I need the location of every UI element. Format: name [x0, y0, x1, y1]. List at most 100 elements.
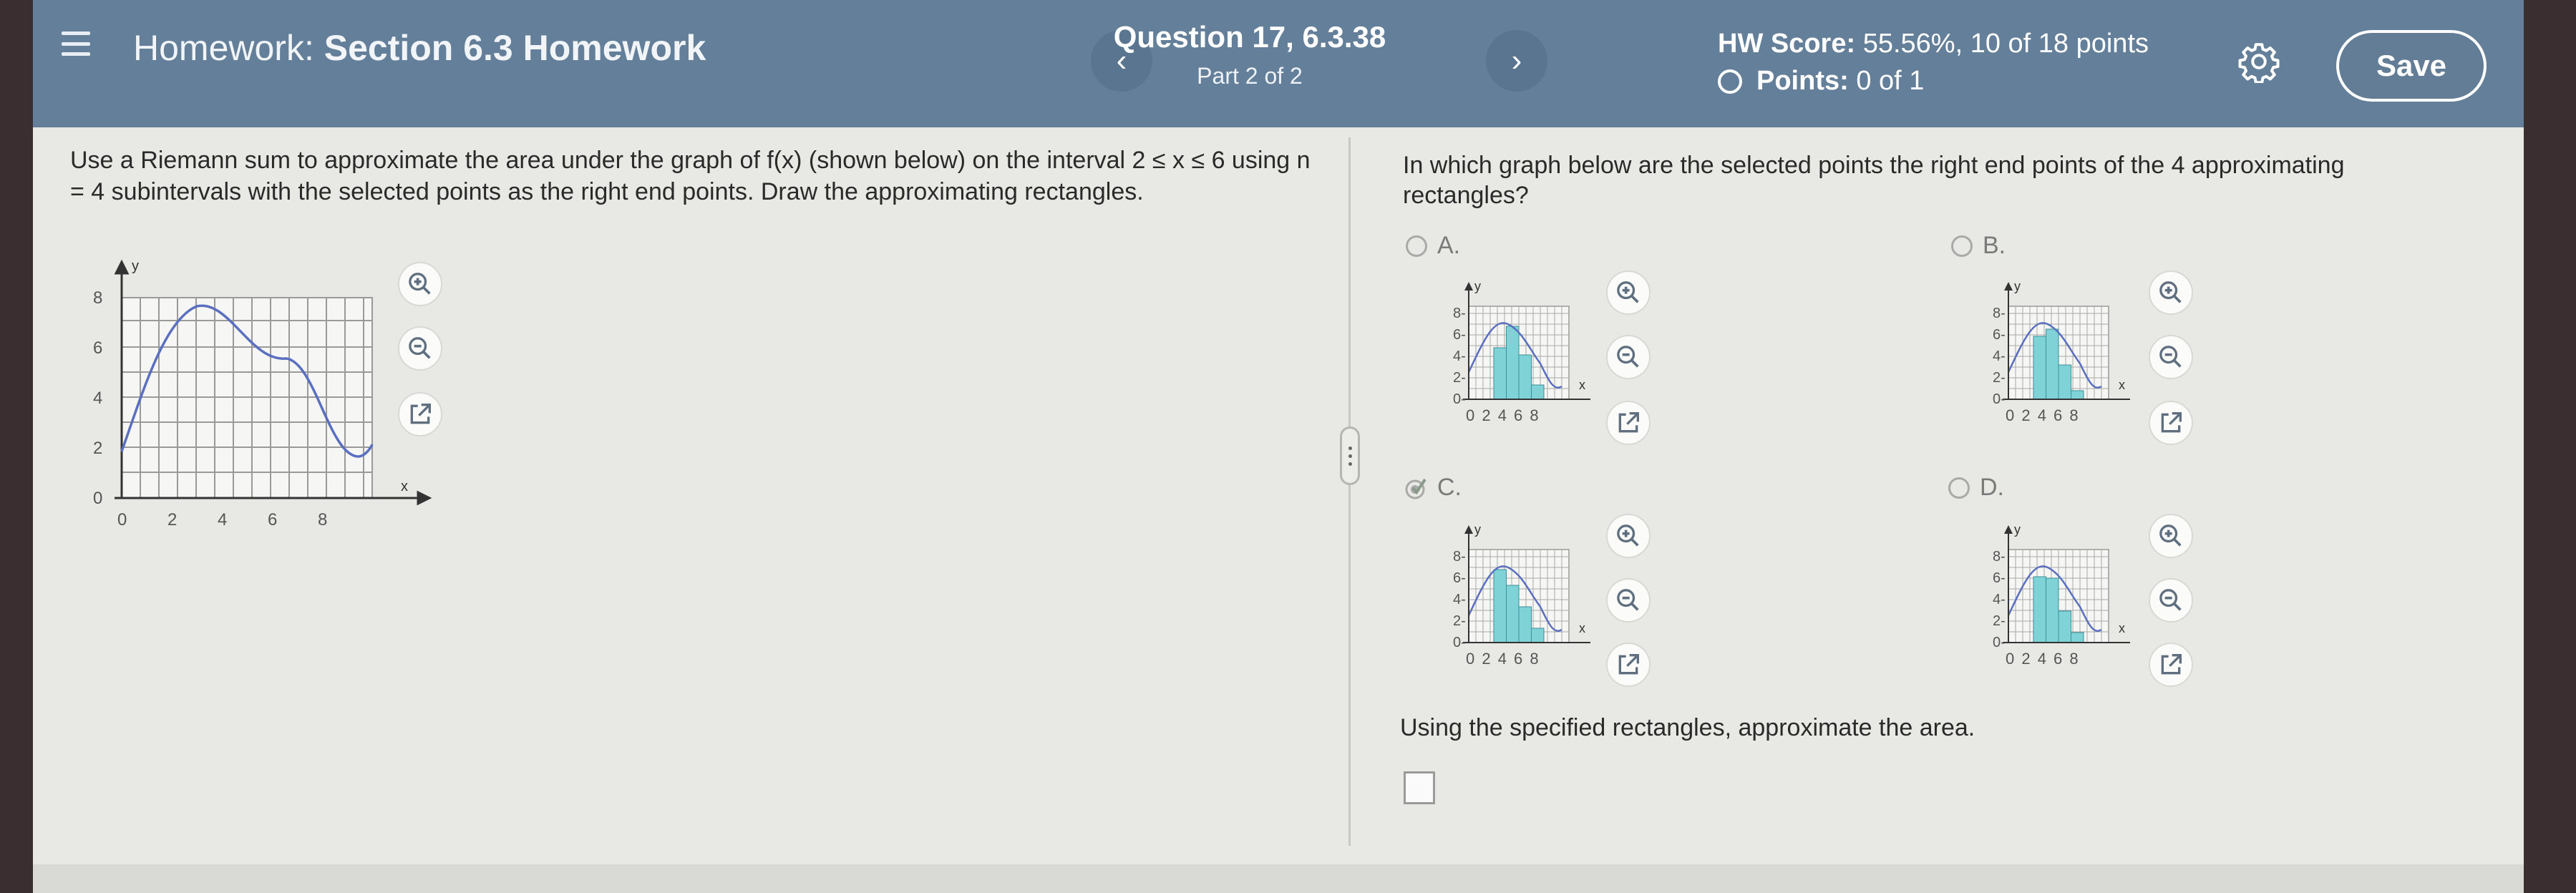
screen: Homework: Section 6.3 Homework ‹ Questio… — [33, 0, 2524, 893]
chevron-right-icon: › — [1511, 43, 1522, 78]
option-c-label: C. — [1437, 474, 1462, 501]
mini-y-tick: 8- — [1993, 549, 2006, 565]
option-c-open-button[interactable] — [1606, 643, 1651, 687]
question-text: In which graph below are the selected po… — [1403, 152, 2345, 209]
option-b-graph: y x 8- 6- 4- 2- 0-0 2 4 6 8 — [1993, 279, 2130, 424]
homework-name: Section 6.3 Homework — [324, 28, 706, 68]
option-c-graph: y x 8- 6- 4- 2- 0-0 2 4 6 8 — [1453, 522, 1590, 668]
zoom-out-icon — [1617, 346, 1639, 368]
zoom-out-icon — [1617, 589, 1639, 611]
menu-icon[interactable] — [62, 31, 90, 56]
approximating-rectangle — [2058, 364, 2071, 400]
question-title: Question 17, 6.3.38 — [1113, 20, 1386, 54]
mini-y-tick: 2- — [1993, 370, 2006, 386]
x-tick: 4 — [218, 510, 227, 530]
option-d-zoom-in-button[interactable] — [2149, 514, 2193, 558]
external-link-icon — [2161, 412, 2182, 433]
mini-x-ticks: 0 2 4 6 8 — [1466, 406, 1540, 424]
external-link-icon — [1618, 412, 1639, 433]
header-bar: Homework: Section 6.3 Homework ‹ Questio… — [33, 0, 2524, 127]
x-tick: 2 — [167, 510, 177, 530]
option-a-label: A. — [1437, 232, 1461, 259]
pane-resize-handle[interactable] — [1340, 426, 1360, 485]
option-c[interactable]: C. — [1404, 474, 1462, 502]
external-link-icon — [410, 404, 431, 424]
approximating-rectangle — [2046, 577, 2059, 643]
mini-y-tick: 6- — [1993, 570, 2006, 586]
mini-y-tick: 4- — [1453, 348, 1466, 364]
y-tick: 8 — [93, 288, 102, 308]
option-b-radio[interactable] — [1951, 235, 1973, 257]
y-tick: 6 — [93, 338, 102, 358]
mini-y-tick: 6- — [1453, 570, 1466, 586]
option-d[interactable]: D. — [1948, 474, 2004, 502]
zoom-out-icon — [2159, 346, 2182, 368]
option-d-graph: y x 8- 6- 4- 2- 0-0 2 4 6 8 — [1993, 522, 2130, 668]
mini-y-axis-label: y — [1474, 522, 1481, 537]
option-d-zoom-out-button[interactable] — [2149, 578, 2193, 623]
zoom-out-icon — [409, 337, 431, 359]
external-link-icon — [2161, 654, 2182, 675]
save-button[interactable]: Save — [2336, 30, 2487, 102]
external-link-icon — [1618, 654, 1639, 675]
approximating-rectangle — [1518, 354, 1532, 400]
next-question-button[interactable]: › — [1486, 30, 1547, 92]
option-d-radio[interactable] — [1948, 477, 1970, 499]
option-a-zoom-out-button[interactable] — [1606, 335, 1651, 379]
approximating-rectangle — [1506, 326, 1520, 400]
option-b-label: B. — [1983, 232, 2006, 259]
mini-y-tick: 4- — [1993, 592, 2006, 607]
open-graph-button[interactable] — [398, 392, 442, 436]
mini-y-tick: 8- — [1453, 549, 1466, 565]
approximating-rectangle — [2046, 328, 2059, 400]
hw-score-label: HW Score: — [1718, 29, 1856, 59]
zoom-in-icon — [2159, 281, 2182, 303]
points-value: 0 of 1 — [1856, 66, 1925, 96]
points-status: Points: 0 of 1 — [1718, 66, 1924, 97]
option-a-open-button[interactable] — [1606, 401, 1651, 445]
zoom-out-button[interactable] — [398, 326, 442, 371]
approximating-rectangle — [1493, 569, 1507, 643]
approximating-rectangle — [1506, 585, 1520, 643]
option-b-zoom-out-button[interactable] — [2149, 335, 2193, 379]
option-c-zoom-in-button[interactable] — [1606, 514, 1651, 558]
approximating-rectangle — [1531, 628, 1545, 643]
approximating-rectangle — [1518, 606, 1532, 643]
checkmark-icon[interactable] — [1404, 476, 1429, 500]
mini-y-tick: 8- — [1993, 306, 2006, 321]
mini-y-tick: 8- — [1453, 306, 1466, 321]
x-tick: 0 — [117, 510, 127, 530]
option-a-zoom-in-button[interactable] — [1606, 270, 1651, 315]
problem-prompt: Use a Riemann sum to approximate the are… — [70, 147, 1311, 205]
zoom-in-icon — [1617, 524, 1639, 547]
option-a-radio[interactable] — [1406, 235, 1427, 257]
x-axis-label: x — [401, 479, 408, 494]
question-part: Part 2 of 2 — [1197, 63, 1303, 89]
option-c-zoom-out-button[interactable] — [1606, 578, 1651, 623]
option-b[interactable]: B. — [1951, 232, 2006, 260]
bottom-bar — [33, 864, 2524, 893]
zoom-in-icon — [2159, 524, 2182, 547]
mini-x-axis-label: x — [2119, 378, 2125, 392]
area-answer-input[interactable] — [1404, 771, 1435, 804]
zoom-in-icon — [1617, 281, 1639, 303]
mini-y-tick: 0- — [1453, 635, 1466, 650]
option-b-open-button[interactable] — [2149, 401, 2193, 445]
zoom-out-icon — [2159, 589, 2182, 611]
mini-x-axis-label: x — [1579, 378, 1585, 392]
option-a[interactable]: A. — [1406, 232, 1460, 260]
mini-y-tick: 2- — [1453, 613, 1466, 629]
option-d-open-button[interactable] — [2149, 643, 2193, 687]
x-tick: 8 — [318, 510, 327, 530]
mini-y-axis-label: y — [2014, 522, 2021, 537]
gear-icon[interactable] — [2237, 40, 2280, 83]
zoom-in-button[interactable] — [398, 262, 442, 306]
question-info: Question 17, 6.3.38 Part 2 of 2 — [1085, 20, 1414, 89]
approximating-rectangle — [1531, 384, 1545, 400]
option-b-zoom-in-button[interactable] — [2149, 270, 2193, 315]
mini-y-tick: 2- — [1453, 370, 1466, 386]
homework-prefix: Homework: — [133, 28, 314, 68]
mini-x-ticks: 0 2 4 6 8 — [1466, 650, 1540, 668]
y-axis-label: y — [132, 258, 139, 274]
hw-score-value: 55.56%, 10 of 18 points — [1862, 29, 2149, 59]
